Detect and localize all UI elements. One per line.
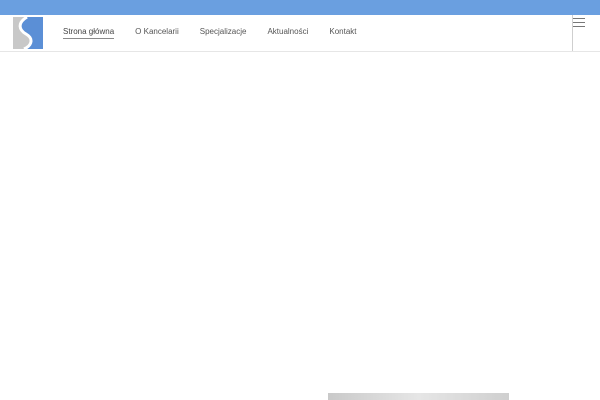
nav-item-aktualnosci[interactable]: Aktualności [267, 27, 308, 39]
top-accent-strip [0, 0, 600, 15]
hamburger-menu-icon[interactable] [573, 18, 585, 27]
nav-item-specjalizacje[interactable]: Specjalizacje [200, 27, 247, 39]
hamburger-line [573, 26, 585, 27]
s-logo-icon[interactable] [13, 17, 43, 49]
nav-item-kontakt[interactable]: Kontakt [329, 27, 356, 39]
nav-item-o-kancelarii[interactable]: O Kancelarii [135, 27, 179, 39]
menu-panel [572, 15, 600, 51]
hamburger-line [573, 22, 585, 23]
hamburger-line [573, 18, 585, 19]
page: Strona główna O Kancelarii Specjalizacje… [0, 0, 600, 400]
site-header: Strona główna O Kancelarii Specjalizacje… [0, 15, 600, 52]
content-image-edge [328, 393, 509, 400]
nav-item-strona-glowna[interactable]: Strona główna [63, 27, 115, 39]
main-navigation: Strona główna O Kancelarii Specjalizacje… [63, 15, 378, 51]
